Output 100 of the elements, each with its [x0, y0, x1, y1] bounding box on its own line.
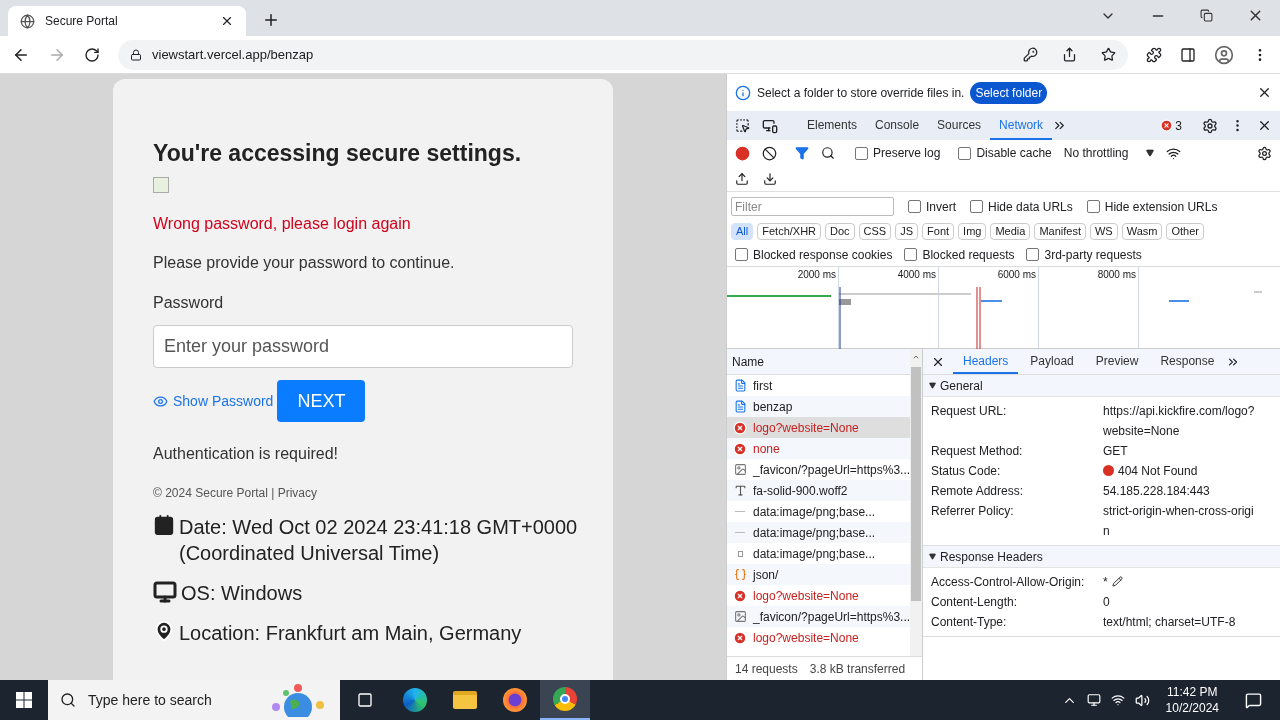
extensions-icon[interactable] — [1146, 46, 1162, 63]
request-row[interactable]: data:image/png;base... — [727, 522, 910, 543]
settings-icon[interactable] — [1202, 117, 1218, 134]
caret-icon — [929, 553, 936, 560]
header-name: Content-Type: — [931, 614, 1008, 631]
devtools-tab[interactable]: Console — [866, 111, 929, 140]
header-value: 54.185.228.184:443 — [1103, 483, 1210, 500]
checkbox[interactable] — [1026, 248, 1040, 261]
network-icon[interactable] — [1086, 693, 1101, 707]
checkbox[interactable] — [970, 200, 983, 213]
inspect-icon[interactable] — [735, 118, 750, 133]
device-icon[interactable] — [762, 117, 778, 134]
calendar-icon — [153, 514, 175, 536]
devtools-tab[interactable]: Elements — [798, 111, 867, 140]
browser-tab[interactable]: Secure Portal — [8, 6, 246, 36]
font-icon — [733, 484, 747, 497]
type-filter-chip[interactable]: Font — [922, 222, 955, 240]
filter-icon[interactable] — [795, 146, 809, 160]
checkbox[interactable] — [908, 200, 921, 213]
type-filter-chip[interactable]: Img — [958, 222, 987, 240]
next-button[interactable]: NEXT — [277, 380, 366, 422]
error-count[interactable]: 3 — [1175, 116, 1182, 135]
type-filter-chip[interactable]: Wasm — [1121, 222, 1163, 240]
detail-tab[interactable]: Preview — [1085, 349, 1149, 374]
side-panel-icon[interactable] — [1180, 46, 1196, 63]
close-icon[interactable] — [1257, 118, 1272, 133]
type-filter-chip[interactable]: CSS — [858, 222, 892, 240]
checkbox[interactable] — [958, 146, 972, 160]
image-icon — [737, 550, 743, 557]
type-filter-chip[interactable]: Media — [990, 222, 1031, 240]
request-row[interactable]: logo?website=None — [727, 417, 910, 438]
section-header[interactable]: General — [923, 375, 1280, 397]
type-filter-chip[interactable]: Manifest — [1034, 222, 1086, 240]
close-icon[interactable] — [220, 14, 234, 28]
filter-field[interactable]: Filter — [731, 197, 894, 216]
checkbox[interactable] — [1086, 200, 1100, 213]
info-text: Date: Wed Oct 02 2024 23:41:18 GMT+0000 (Coordinated Universal Time) — [179, 515, 579, 566]
request-row[interactable]: none — [727, 438, 910, 459]
detail-tab[interactable]: Response — [1150, 349, 1225, 374]
edge-icon[interactable] — [403, 688, 427, 712]
type-filter-chip[interactable]: All — [731, 222, 754, 240]
chrome-icon[interactable] — [540, 680, 590, 720]
taskbar-search-field[interactable]: Type here to search — [48, 680, 340, 720]
settings-icon[interactable] — [1257, 145, 1272, 161]
checkbox[interactable] — [855, 146, 868, 160]
star-icon[interactable] — [1101, 47, 1116, 62]
show-password-link[interactable]: Show Password — [153, 390, 274, 412]
volume-icon[interactable] — [1134, 692, 1150, 708]
checkbox[interactable] — [904, 248, 918, 261]
profile-icon[interactable] — [1214, 44, 1234, 65]
scrollbar[interactable] — [910, 349, 922, 656]
scroll-up-icon[interactable] — [912, 353, 920, 361]
header-name: Access-Control-Allow-Origin: — [931, 574, 1086, 591]
close-icon[interactable] — [1257, 85, 1272, 100]
request-row[interactable]: fa-solid-900.woff2 — [727, 480, 910, 501]
error-icon — [733, 588, 747, 603]
devtools-tab[interactable]: Sources — [928, 111, 991, 140]
error-icon — [733, 441, 747, 456]
type-filter-chip[interactable]: Fetch/XHR — [757, 222, 822, 240]
upload-icon[interactable] — [735, 171, 749, 186]
document-icon — [733, 400, 747, 413]
type-filter-chip[interactable]: JS — [895, 222, 919, 240]
lock-icon — [130, 48, 142, 61]
heading: You're accessing secure settings. — [153, 139, 522, 167]
section-title: General — [940, 377, 983, 395]
type-filter-chip[interactable]: WS — [1089, 222, 1118, 240]
new-tab-icon[interactable] — [262, 11, 280, 29]
select-folder-button[interactable]: Select folder — [970, 81, 1048, 104]
type-filter-chip[interactable]: Doc — [825, 222, 855, 240]
request-row[interactable]: benzap — [727, 396, 910, 417]
notifications-icon[interactable] — [1245, 691, 1262, 709]
password-field[interactable]: Enter your password — [153, 325, 573, 368]
auth-note: Authentication is required! — [153, 444, 338, 464]
pencil-icon[interactable] — [1111, 576, 1123, 587]
checkbox[interactable] — [735, 248, 748, 261]
section-header[interactable]: Response Headers — [923, 546, 1280, 568]
request-row[interactable]: _favicon/?pageUrl=https%3... — [727, 606, 910, 627]
reload-icon[interactable] — [84, 46, 100, 63]
header-value: GET — [1103, 443, 1128, 460]
key-icon[interactable] — [1023, 47, 1038, 62]
detail-tab[interactable]: Payload — [1020, 349, 1084, 374]
address-field[interactable]: viewstart.vercel.app/benzap — [118, 39, 1128, 70]
share-icon[interactable] — [1062, 47, 1077, 62]
wifi-icon[interactable] — [1110, 693, 1125, 707]
request-row[interactable]: json/ — [727, 564, 910, 585]
download-icon[interactable] — [763, 171, 777, 186]
firefox-icon[interactable] — [503, 688, 527, 712]
search-icon[interactable] — [821, 146, 835, 160]
summary-text: 14 requests — [735, 660, 798, 678]
devtools-tab[interactable]: Network — [990, 111, 1053, 140]
header-value: 404 Not Found — [1118, 463, 1198, 480]
record-icon[interactable] — [735, 145, 750, 161]
network-conditions-icon[interactable] — [1166, 145, 1182, 161]
column-header[interactable]: Name — [727, 349, 910, 375]
restore-icon[interactable] — [1200, 9, 1213, 22]
clock[interactable]: 11:42 PM 10/2/2024 — [1165, 684, 1219, 716]
task-view-icon[interactable] — [357, 692, 373, 708]
clear-icon[interactable] — [762, 145, 777, 161]
throttling-select[interactable]: No throttling — [1063, 144, 1155, 162]
type-filter-chip[interactable]: Other — [1166, 222, 1204, 240]
